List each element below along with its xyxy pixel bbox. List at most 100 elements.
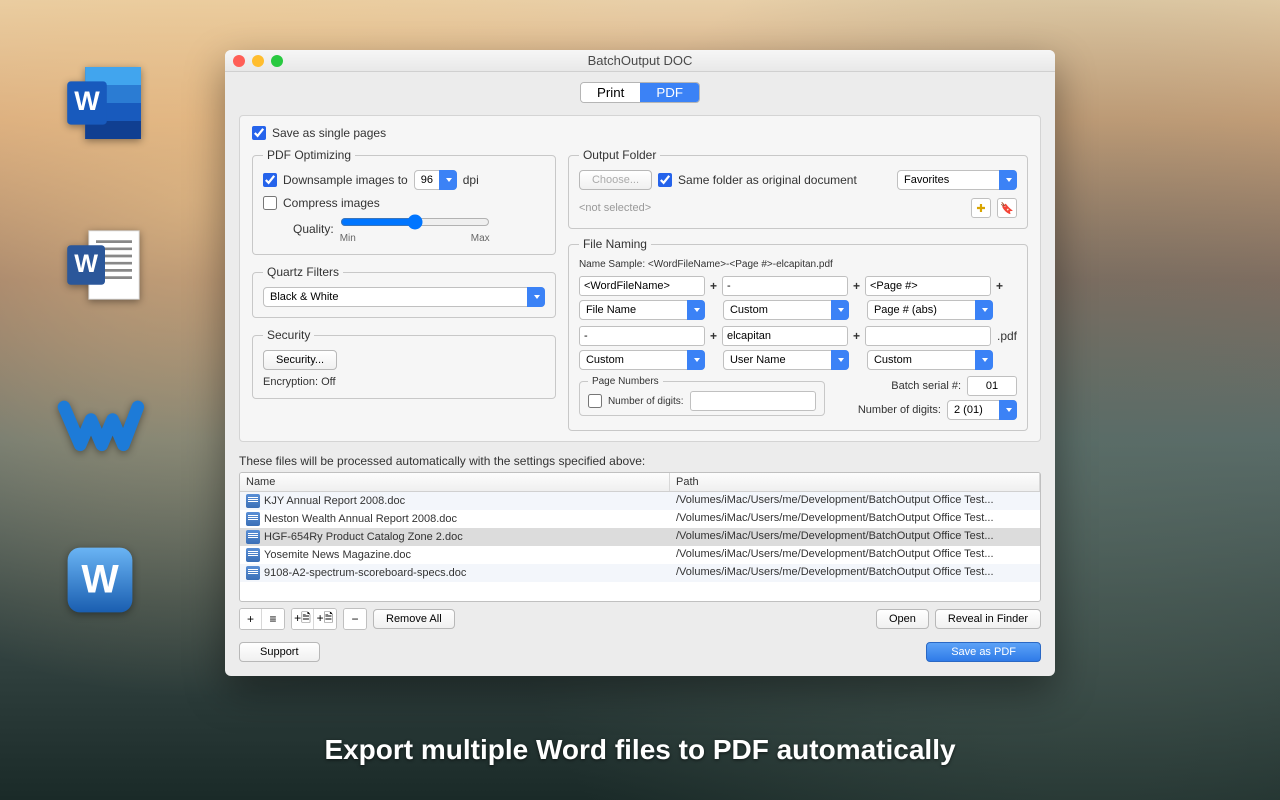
batch-serial-input[interactable]	[967, 376, 1017, 396]
quality-label: Quality:	[293, 222, 334, 236]
table-row[interactable]: HGF-654Ry Product Catalog Zone 2.doc/Vol…	[240, 528, 1040, 546]
name-field-5[interactable]	[865, 326, 991, 346]
add-file-button[interactable]: +	[240, 609, 262, 629]
num-digits-label: Number of digits:	[608, 396, 684, 407]
min-label: Min	[340, 233, 356, 244]
open-button[interactable]: Open	[876, 609, 929, 629]
file-path: /Volumes/iMac/Users/me/Development/Batch…	[670, 565, 1040, 581]
name-select-3[interactable]: Page # (abs)	[867, 300, 993, 320]
plus-icon: +	[707, 279, 720, 293]
output-folder-group: Output Folder Choose... Same folder as o…	[568, 148, 1028, 229]
encryption-status: Encryption: Off	[263, 376, 545, 388]
file-path: /Volumes/iMac/Users/me/Development/Batch…	[670, 529, 1040, 545]
tab-pdf[interactable]: PDF	[640, 83, 699, 102]
file-name: HGF-654Ry Product Catalog Zone 2.doc	[264, 531, 463, 543]
add-doc2-button[interactable]: +🗎	[314, 609, 336, 629]
promo-caption: Export multiple Word files to PDF automa…	[0, 734, 1280, 766]
plus-icon: +	[707, 329, 720, 343]
page-numbers-legend: Page Numbers	[588, 376, 663, 387]
name-sep-1[interactable]	[722, 276, 848, 296]
name-select-2[interactable]: Custom	[723, 300, 849, 320]
name-field-4[interactable]	[722, 326, 848, 346]
downsample-checkbox[interactable]: Downsample images to 96 dpi	[263, 170, 545, 190]
file-path: /Volumes/iMac/Users/me/Development/Batch…	[670, 547, 1040, 563]
mode-segmented: Print PDF	[239, 82, 1041, 103]
num-digits2-label: Number of digits:	[858, 404, 941, 416]
list-button[interactable]: ≡	[262, 609, 284, 629]
sample-value: <WordFileName>-<Page #>-elcapitan.pdf	[648, 259, 833, 270]
word-icon-1: W	[60, 58, 150, 148]
num-digits-checkbox[interactable]: Number of digits:	[588, 391, 816, 411]
name-select-4[interactable]: Custom	[579, 350, 705, 370]
support-button[interactable]: Support	[239, 642, 320, 662]
output-folder-legend: Output Folder	[579, 148, 660, 162]
doc-icon	[246, 512, 260, 526]
security-legend: Security	[263, 328, 314, 342]
name-select-6[interactable]: Custom	[867, 350, 993, 370]
downsample-label: Downsample images to	[283, 173, 408, 187]
quality-slider[interactable]	[340, 214, 490, 230]
name-select-5[interactable]: User Name	[723, 350, 849, 370]
remove-all-button[interactable]: Remove All	[373, 609, 455, 629]
files-label: These files will be processed automatica…	[239, 454, 1041, 468]
plus-icon: +	[850, 279, 863, 293]
file-naming-group: File Naming Name Sample: <WordFileName>-…	[568, 237, 1028, 431]
dpi-select[interactable]: 96	[414, 170, 457, 190]
remove-button[interactable]: −	[344, 609, 366, 629]
file-naming-legend: File Naming	[579, 237, 651, 251]
favorites-select[interactable]: Favorites	[897, 170, 1017, 190]
table-row[interactable]: Yosemite News Magazine.doc/Volumes/iMac/…	[240, 546, 1040, 564]
not-selected-label: <not selected>	[579, 202, 651, 214]
col-path[interactable]: Path	[670, 473, 1040, 491]
num-digits-stepper[interactable]	[690, 391, 816, 411]
file-path: /Volumes/iMac/Users/me/Development/Batch…	[670, 493, 1040, 509]
quartz-legend: Quartz Filters	[263, 265, 343, 279]
choose-folder-button[interactable]: Choose...	[579, 170, 652, 190]
quartz-select[interactable]: Black & White	[263, 287, 545, 307]
same-folder-label: Same folder as original document	[678, 173, 857, 187]
app-window: BatchOutput DOC Print PDF Save as single…	[225, 50, 1055, 676]
name-field-2[interactable]	[865, 276, 991, 296]
reveal-button[interactable]: Reveal in Finder	[935, 609, 1041, 629]
table-row[interactable]: KJY Annual Report 2008.doc/Volumes/iMac/…	[240, 492, 1040, 510]
max-label: Max	[471, 233, 490, 244]
name-select-1[interactable]: File Name	[579, 300, 705, 320]
save-as-pdf-button[interactable]: Save as PDF	[926, 642, 1041, 662]
svg-text:W: W	[74, 250, 98, 278]
ext-label: .pdf	[993, 329, 1017, 343]
add-doc-button[interactable]: +🗎	[292, 609, 314, 629]
add-favorite-icon[interactable]: ✚	[971, 198, 991, 218]
compress-checkbox[interactable]: Compress images	[263, 196, 545, 210]
col-name[interactable]: Name	[240, 473, 670, 491]
table-row[interactable]: Neston Wealth Annual Report 2008.doc/Vol…	[240, 510, 1040, 528]
num-digits2-select[interactable]: 2 (01)	[947, 400, 1017, 420]
dpi-unit: dpi	[463, 173, 479, 187]
file-name: Neston Wealth Annual Report 2008.doc	[264, 513, 457, 525]
pdf-optimizing-legend: PDF Optimizing	[263, 148, 355, 162]
window-title: BatchOutput DOC	[225, 53, 1055, 68]
word-icon-3	[55, 380, 145, 470]
tab-print[interactable]: Print	[581, 83, 640, 102]
doc-icon	[246, 548, 260, 562]
table-row[interactable]: 9108-A2-spectrum-scoreboard-specs.doc/Vo…	[240, 564, 1040, 582]
titlebar: BatchOutput DOC	[225, 50, 1055, 72]
doc-icon	[246, 566, 260, 580]
security-group: Security Security... Encryption: Off	[252, 328, 556, 399]
word-icon-4: W	[55, 535, 145, 625]
plus-icon: +	[993, 279, 1006, 293]
quartz-filters-group: Quartz Filters Black & White	[252, 265, 556, 318]
sample-label: Name Sample:	[579, 259, 645, 270]
plus-icon: +	[850, 329, 863, 343]
page-numbers-group: Page Numbers Number of digits:	[579, 376, 825, 416]
doc-icon	[246, 494, 260, 508]
security-button[interactable]: Security...	[263, 350, 337, 370]
file-path: /Volumes/iMac/Users/me/Development/Batch…	[670, 511, 1040, 527]
svg-text:W: W	[74, 86, 100, 116]
same-folder-checkbox[interactable]: Same folder as original document	[658, 173, 857, 187]
bookmark-icon[interactable]: 🔖	[997, 198, 1017, 218]
files-table: Name Path KJY Annual Report 2008.doc/Vol…	[239, 472, 1041, 602]
name-field-3[interactable]	[579, 326, 705, 346]
file-name: KJY Annual Report 2008.doc	[264, 495, 405, 507]
save-single-pages-checkbox[interactable]: Save as single pages	[252, 126, 1028, 140]
name-field-1[interactable]	[579, 276, 705, 296]
